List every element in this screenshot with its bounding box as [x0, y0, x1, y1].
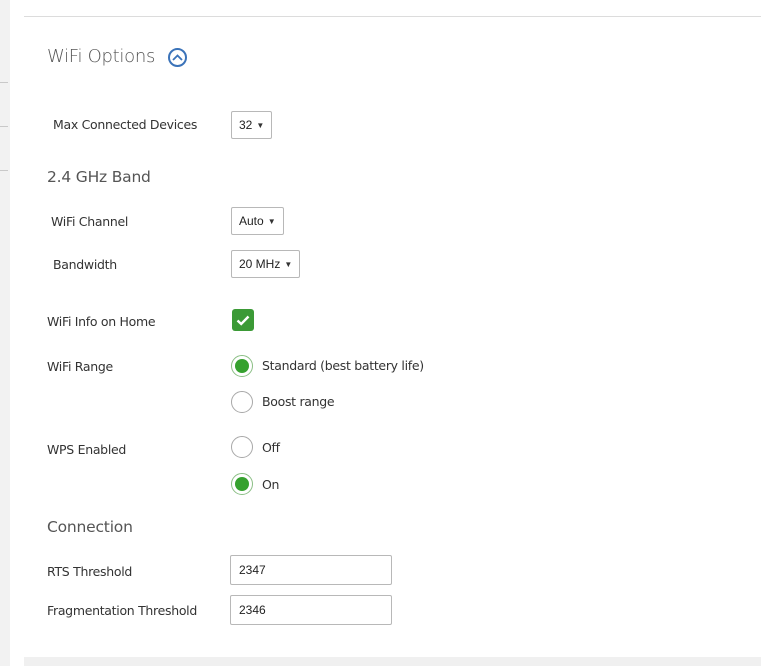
chevron-up-icon[interactable]	[168, 48, 187, 67]
wifi-range-standard-radio[interactable]	[231, 355, 253, 377]
wifi-range-standard-label: Standard (best battery life)	[262, 358, 424, 373]
wps-off-radio[interactable]	[231, 436, 253, 458]
wifi-info-on-home-checkbox[interactable]	[232, 309, 254, 331]
wps-enabled-label: WPS Enabled	[47, 442, 127, 457]
sidebar-divider	[0, 126, 8, 127]
left-sidebar-edge	[0, 0, 10, 666]
fragmentation-threshold-input[interactable]	[230, 595, 392, 625]
wifi-range-boost-label: Boost range	[262, 394, 335, 409]
max-connected-devices-select[interactable]: 32 ▼	[231, 111, 273, 139]
bandwidth-label: Bandwidth	[53, 257, 117, 272]
connection-title: Connection	[47, 518, 133, 536]
top-divider	[24, 16, 761, 17]
bandwidth-value: 20 MHz	[239, 257, 281, 271]
checkmark-icon	[236, 315, 250, 326]
caret-down-icon: ▼	[256, 120, 265, 130]
wifi-channel-value: Auto	[239, 214, 264, 228]
rts-threshold-label: RTS Threshold	[47, 564, 133, 579]
sidebar-divider	[0, 82, 8, 83]
wifi-options-title: WiFi Options	[47, 46, 156, 67]
wps-on-label: On	[262, 477, 280, 492]
wifi-range-boost-radio[interactable]	[231, 391, 253, 413]
caret-down-icon: ▼	[284, 259, 293, 269]
bandwidth-select[interactable]: 20 MHz ▼	[231, 250, 301, 278]
wps-off-label: Off	[262, 440, 280, 455]
wifi-range-label: WiFi Range	[47, 359, 113, 374]
fragmentation-threshold-label: Fragmentation Threshold	[47, 603, 197, 618]
band-24-title: 2.4 GHz Band	[47, 168, 151, 186]
wifi-info-on-home-label: WiFi Info on Home	[47, 314, 156, 329]
wps-on-radio[interactable]	[231, 473, 253, 495]
caret-down-icon: ▼	[267, 216, 276, 226]
max-connected-devices-value: 32	[239, 118, 253, 132]
rts-threshold-input[interactable]	[230, 555, 392, 585]
wifi-channel-label: WiFi Channel	[51, 214, 129, 229]
wifi-channel-select[interactable]: Auto ▼	[231, 207, 284, 235]
max-connected-devices-label: Max Connected Devices	[53, 117, 198, 132]
sidebar-divider	[0, 170, 8, 171]
bottom-divider	[24, 657, 761, 666]
